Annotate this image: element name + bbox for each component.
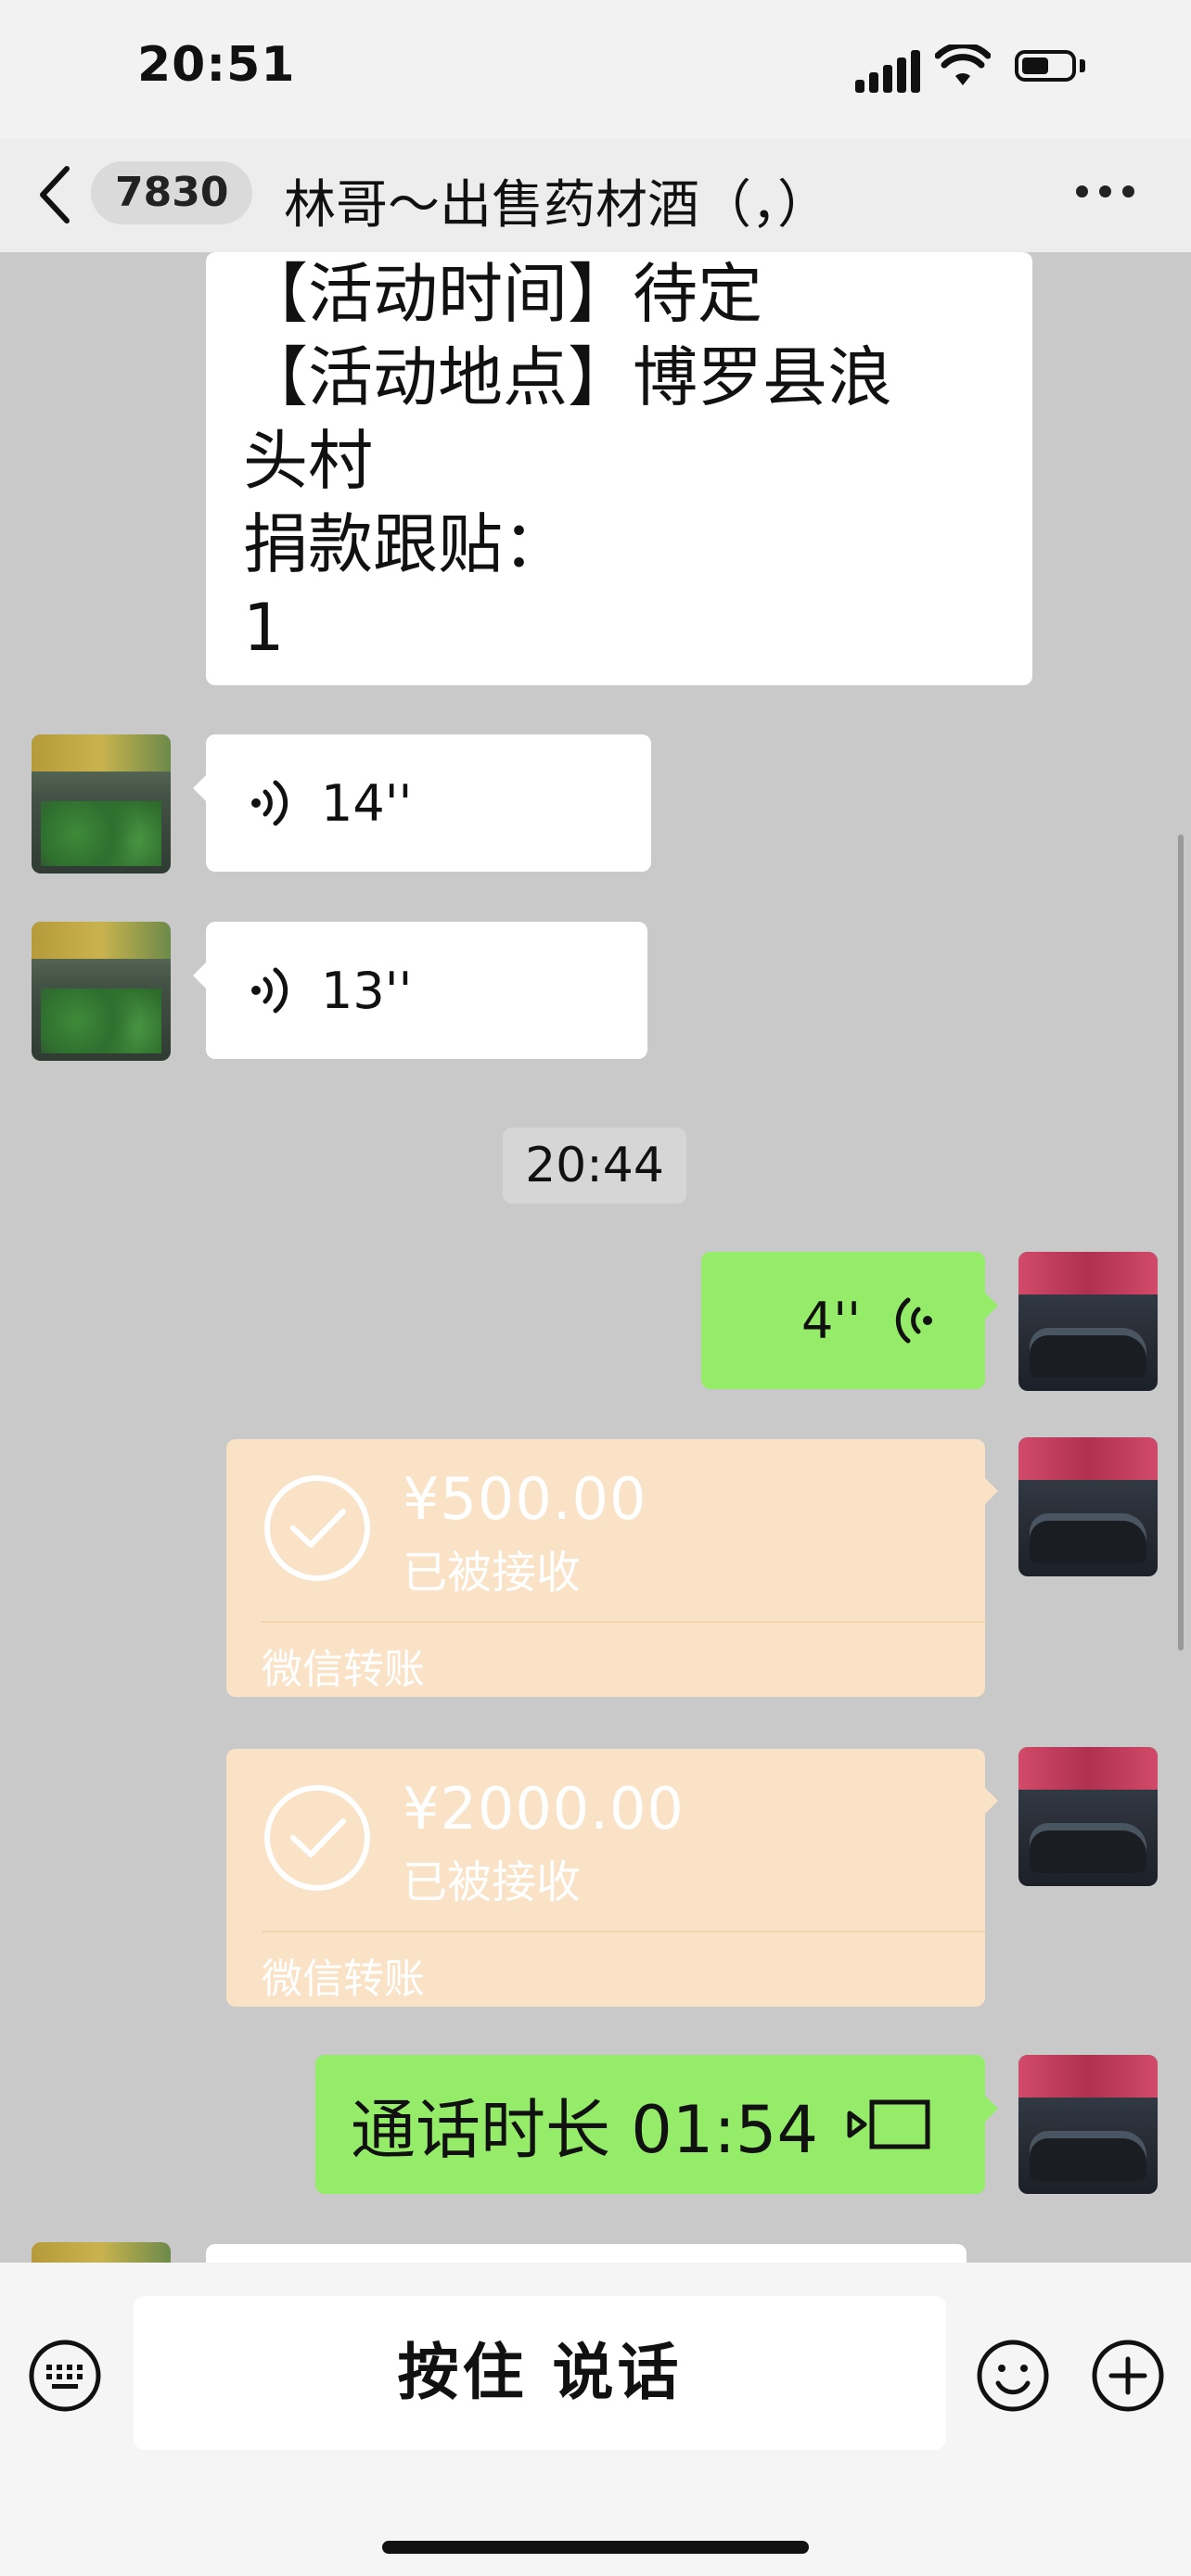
sound-wave-icon (895, 1297, 932, 1344)
check-circle-icon (264, 1785, 370, 1891)
status-bar: 20:51 (0, 0, 1191, 139)
avatar[interactable] (32, 922, 171, 1061)
avatar[interactable] (1018, 1252, 1158, 1391)
bubble-tail (985, 2096, 998, 2122)
input-bar: 按住 说话 (0, 2263, 1191, 2576)
message-line: 【活动地点】博罗县浪 (243, 339, 892, 415)
message-line: 捐款跟贴： (243, 506, 568, 582)
call-duration: 通话时长 01:54 (351, 2091, 818, 2168)
chat-header: 7830 林哥～出售药材酒（，） (0, 139, 1191, 252)
unread-count-badge[interactable]: 7830 (91, 161, 253, 224)
battery-tip (1080, 59, 1085, 72)
message-timestamp: 20:44 (503, 1128, 686, 1204)
voice-duration: 14'' (321, 773, 413, 833)
ellipsis-icon[interactable] (1076, 185, 1135, 200)
message-line: 【活动时间】待定 (243, 256, 762, 332)
sound-wave-icon (251, 780, 288, 826)
divider (262, 1621, 985, 1623)
transfer-amount: ¥2000.00 (403, 1775, 685, 1843)
transfer-label: 微信转账 (262, 1646, 425, 1693)
sound-wave-icon (251, 967, 288, 1014)
voice-message[interactable]: 14'' (206, 734, 651, 872)
video-call-icon (847, 2099, 930, 2149)
voice-duration: 4'' (800, 1291, 861, 1350)
bubble-tail (985, 1293, 998, 1319)
chat-title: 林哥～出售药材酒（，） (284, 175, 829, 236)
check-circle-icon (264, 1475, 370, 1581)
avatar[interactable] (32, 2242, 171, 2263)
home-indicator[interactable] (382, 2541, 809, 2554)
call-record-message[interactable]: 通话时长 01:54 (315, 2055, 985, 2194)
chevron-left-icon[interactable] (35, 165, 72, 224)
bubble-tail (193, 963, 206, 988)
transfer-status: 已被接收 (403, 1547, 582, 1599)
keyboard-icon[interactable] (28, 2339, 102, 2413)
voice-message[interactable]: 13'' (206, 922, 647, 1059)
transfer-amount: ¥500.00 (403, 1465, 647, 1533)
bubble-tail (985, 1478, 998, 1504)
status-time: 20:51 (137, 37, 296, 93)
bubble-tail (985, 1788, 998, 1814)
transfer-message[interactable] (206, 2244, 967, 2263)
plus-icon[interactable] (1091, 2339, 1165, 2413)
transfer-message[interactable]: ¥500.00 已被接收 微信转账 (226, 1439, 985, 1697)
hold-to-talk-button[interactable]: 按住 说话 (134, 2296, 946, 2450)
transfer-message[interactable]: ¥2000.00 已被接收 微信转账 (226, 1749, 985, 2007)
message-line: 头村 (243, 423, 373, 499)
text-message[interactable]: 【活动时间】待定 【活动地点】博罗县浪 头村 捐款跟贴： 1 (206, 252, 1032, 685)
scrollbar[interactable] (1178, 835, 1184, 1651)
emoji-icon[interactable] (976, 2339, 1050, 2413)
avatar[interactable] (1018, 1747, 1158, 1886)
wifi-icon (935, 45, 991, 85)
battery-icon (1015, 50, 1076, 82)
transfer-label: 微信转账 (262, 1956, 425, 2003)
message-line: 1 (243, 590, 285, 666)
bubble-tail (193, 775, 206, 801)
avatar[interactable] (1018, 2055, 1158, 2194)
divider (262, 1931, 985, 1932)
avatar[interactable] (32, 734, 171, 874)
transfer-status: 已被接收 (403, 1856, 582, 1908)
avatar[interactable] (1018, 1437, 1158, 1576)
voice-message-outgoing[interactable]: 4'' (701, 1252, 985, 1389)
voice-duration: 13'' (321, 961, 413, 1020)
cellular-signal-icon (855, 48, 922, 93)
